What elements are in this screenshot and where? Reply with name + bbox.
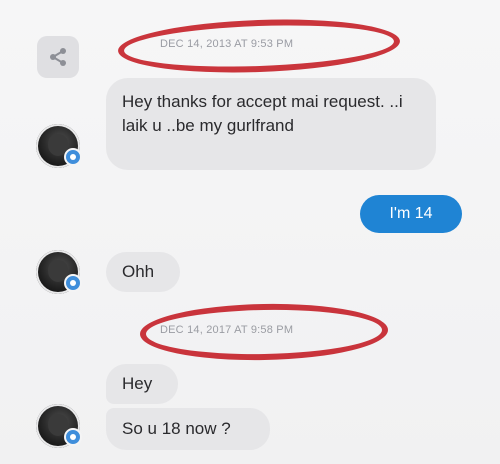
chat-screen: DEC 14, 2013 AT 9:53 PM Hey thanks for a… (0, 0, 500, 464)
messenger-badge-icon (64, 274, 82, 292)
message-bubble-incoming: So u 18 now ? (106, 408, 270, 450)
share-icon (50, 48, 66, 66)
message-bubble-incoming: Ohh (106, 252, 180, 292)
avatar[interactable] (36, 124, 82, 168)
timestamp: DEC 14, 2013 AT 9:53 PM (160, 38, 294, 50)
message-bubble-outgoing: I'm 14 (360, 195, 462, 233)
timestamp: DEC 14, 2017 AT 9:58 PM (160, 324, 294, 336)
avatar[interactable] (36, 250, 82, 294)
avatar[interactable] (36, 404, 82, 448)
message-bubble-incoming: Hey (106, 364, 178, 404)
messenger-badge-icon (64, 148, 82, 166)
messenger-badge-icon (64, 428, 82, 446)
message-bubble-incoming: Hey thanks for accept mai request. ..i l… (106, 78, 436, 170)
share-button[interactable] (37, 36, 79, 78)
